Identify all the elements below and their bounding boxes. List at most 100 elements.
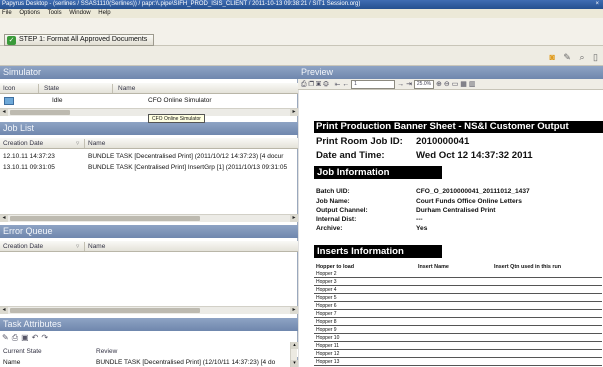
check-icon: ✓ (7, 36, 16, 45)
col-state[interactable]: State (44, 83, 59, 94)
first-page-icon[interactable]: ⇤ (335, 81, 341, 88)
scroll-right-icon[interactable]: ▸ (290, 215, 298, 222)
task-attributes-column-header: Current State Review (0, 346, 298, 357)
zoom-out-icon[interactable]: ⊖ (444, 81, 450, 88)
close-icon[interactable]: × (595, 0, 599, 9)
hopper-label: Hopper 7 (316, 311, 337, 317)
job-date: 12.10.11 14:37:23 (3, 153, 55, 160)
job-row[interactable]: 13.10.11 09:31:05 BUNDLE TASK [Centralis… (0, 163, 298, 173)
hopper-row: Hopper 7 (314, 311, 602, 318)
col-creation-date[interactable]: Creation Date (3, 138, 43, 149)
redo-icon[interactable]: ↷ (41, 333, 51, 342)
search-icon[interactable]: ⌕ (579, 52, 587, 62)
print-icon[interactable]: ⎙ (12, 333, 21, 342)
secondary-toolbar: ◙ ✎ ⌕ ▯ (0, 46, 603, 66)
job-information-heading: Job Information (314, 166, 442, 179)
task-attributes-vscrollbar[interactable]: ▴ ▾ (290, 342, 298, 367)
col-divider[interactable] (84, 139, 85, 148)
print-icon[interactable]: ⎙ (301, 81, 307, 88)
date-time-line: Date and Time: Wed Oct 12 14:37:32 2011 (316, 150, 533, 161)
toolbar-icons: ◙ ✎ ⌕ ▯ (549, 52, 601, 63)
col-name[interactable]: Name (88, 241, 105, 252)
scroll-up-icon[interactable]: ▴ (291, 342, 298, 349)
inserts-information-heading: Inserts Information (314, 245, 442, 258)
error-queue-hscrollbar[interactable]: ◂ ▸ (0, 306, 298, 314)
field-internal-dist: Internal Dist: --- (316, 215, 603, 224)
col-divider[interactable] (38, 84, 39, 93)
menu-file[interactable]: File (2, 10, 12, 16)
simulator-header[interactable]: Simulator (0, 66, 298, 79)
save-icon[interactable]: ▣ (316, 81, 321, 88)
zoom-in-icon[interactable]: ⊕ (436, 81, 442, 88)
scroll-down-icon[interactable]: ▾ (291, 360, 298, 367)
preview-header[interactable]: Preview (298, 66, 603, 79)
menu-options[interactable]: Options (19, 10, 40, 16)
refresh-icon[interactable]: ◙ (549, 52, 557, 62)
last-page-icon[interactable]: ⇥ (406, 81, 412, 88)
prev-page-icon[interactable]: ← (342, 81, 349, 88)
field-output-channel: Output Channel: Durham Centralised Print (316, 206, 603, 215)
field-archive: Archive: Yes (316, 224, 603, 233)
next-page-icon[interactable]: → (397, 81, 404, 88)
scroll-left-icon[interactable]: ◂ (0, 307, 8, 314)
hopper-label: Hopper 13 (316, 359, 340, 365)
sort-icon: ▿ (76, 243, 80, 250)
scroll-thumb[interactable] (10, 110, 70, 115)
menu-tools[interactable]: Tools (48, 10, 62, 16)
window-title: Papyrus Desktop - (serlines / SSAS1110(S… (2, 1, 361, 7)
edit-icon[interactable]: ✎ (2, 333, 12, 342)
hopper-row: Hopper 8 (314, 319, 602, 326)
job-list-hscrollbar[interactable]: ◂ ▸ (0, 214, 298, 222)
step-1-button[interactable]: ✓ STEP 1: Format All Approved Documents (4, 34, 155, 46)
col-current-state[interactable]: Current State (3, 346, 42, 357)
undo-icon[interactable]: ↶ (32, 333, 42, 342)
fit-icon[interactable]: ▭ (452, 81, 459, 88)
inserts-column-header: Hopper to load Insert Name Insert Qtn us… (314, 264, 602, 271)
col-name[interactable]: Name (88, 138, 105, 149)
simulator-state: Idle (52, 97, 63, 104)
image-icon[interactable]: ▦ (460, 81, 467, 88)
task-toolbar: ✎⎙▣↶↷ (2, 332, 51, 343)
preview-page-area[interactable]: Print Production Banner Sheet - NS&I Cus… (298, 90, 603, 367)
scroll-right-icon[interactable]: ▸ (290, 307, 298, 314)
error-queue-title: Error Queue (3, 226, 53, 236)
simulator-row[interactable]: Idle CFO Online Simulator (0, 96, 298, 106)
scroll-thumb[interactable] (10, 308, 200, 313)
view-icon[interactable]: ▯ (593, 52, 601, 62)
menu-window[interactable]: Window (69, 10, 90, 16)
chart-icon[interactable]: ▥ (469, 81, 476, 88)
hopper-row: Hopper 2 (314, 271, 602, 278)
zoom-select[interactable]: 25.0% (413, 80, 435, 89)
job-row[interactable]: 12.10.11 14:37:23 BUNDLE TASK [Decentral… (0, 152, 298, 162)
scroll-right-icon[interactable]: ▸ (290, 109, 298, 116)
col-divider[interactable] (84, 242, 85, 251)
hopper-label: Hopper 9 (316, 327, 337, 333)
job-list-header[interactable]: Job List (0, 122, 298, 135)
col-icon[interactable]: Icon (3, 83, 15, 94)
hopper-label: Hopper 6 (316, 303, 337, 309)
task-attributes-header[interactable]: Task Attributes (0, 318, 298, 331)
col-divider[interactable] (112, 84, 113, 93)
hopper-row: Hopper 3 (314, 279, 602, 286)
scroll-left-icon[interactable]: ◂ (0, 109, 8, 116)
error-queue-header[interactable]: Error Queue (0, 225, 298, 238)
menu-help[interactable]: Help (98, 10, 110, 16)
col-creation-date[interactable]: Creation Date (3, 241, 43, 252)
preview-toolbar: ⎙ ❐ ▣ ⚙ ⇤ ← 1 → ⇥ 25.0% ⊕ ⊖ ▭ ▦ ▥ (298, 79, 603, 90)
scroll-left-icon[interactable]: ◂ (0, 215, 8, 222)
task-attribute-row[interactable]: Name BUNDLE TASK [Decentralised Print] (… (0, 358, 298, 367)
scroll-thumb[interactable] (10, 216, 200, 221)
job-name: BUNDLE TASK [Decentralised Print] (2011/… (88, 153, 284, 160)
copy-icon[interactable]: ❐ (309, 81, 314, 88)
tools-icon[interactable]: ⚙ (323, 81, 329, 88)
hopper-label: Hopper 5 (316, 295, 337, 301)
print-room-job-id-value: 2010000041 (416, 136, 470, 147)
page-number-field[interactable]: 1 (351, 80, 396, 89)
hopper-row: Hopper 11 (314, 343, 602, 350)
edit-icon[interactable]: ✎ (563, 52, 574, 62)
col-name[interactable]: Name (118, 83, 135, 94)
date-time-label: Date and Time: (316, 150, 385, 161)
date-time-value: Wed Oct 12 14:37:32 2011 (416, 150, 533, 161)
col-review[interactable]: Review (96, 346, 117, 357)
save-icon[interactable]: ▣ (21, 333, 32, 342)
